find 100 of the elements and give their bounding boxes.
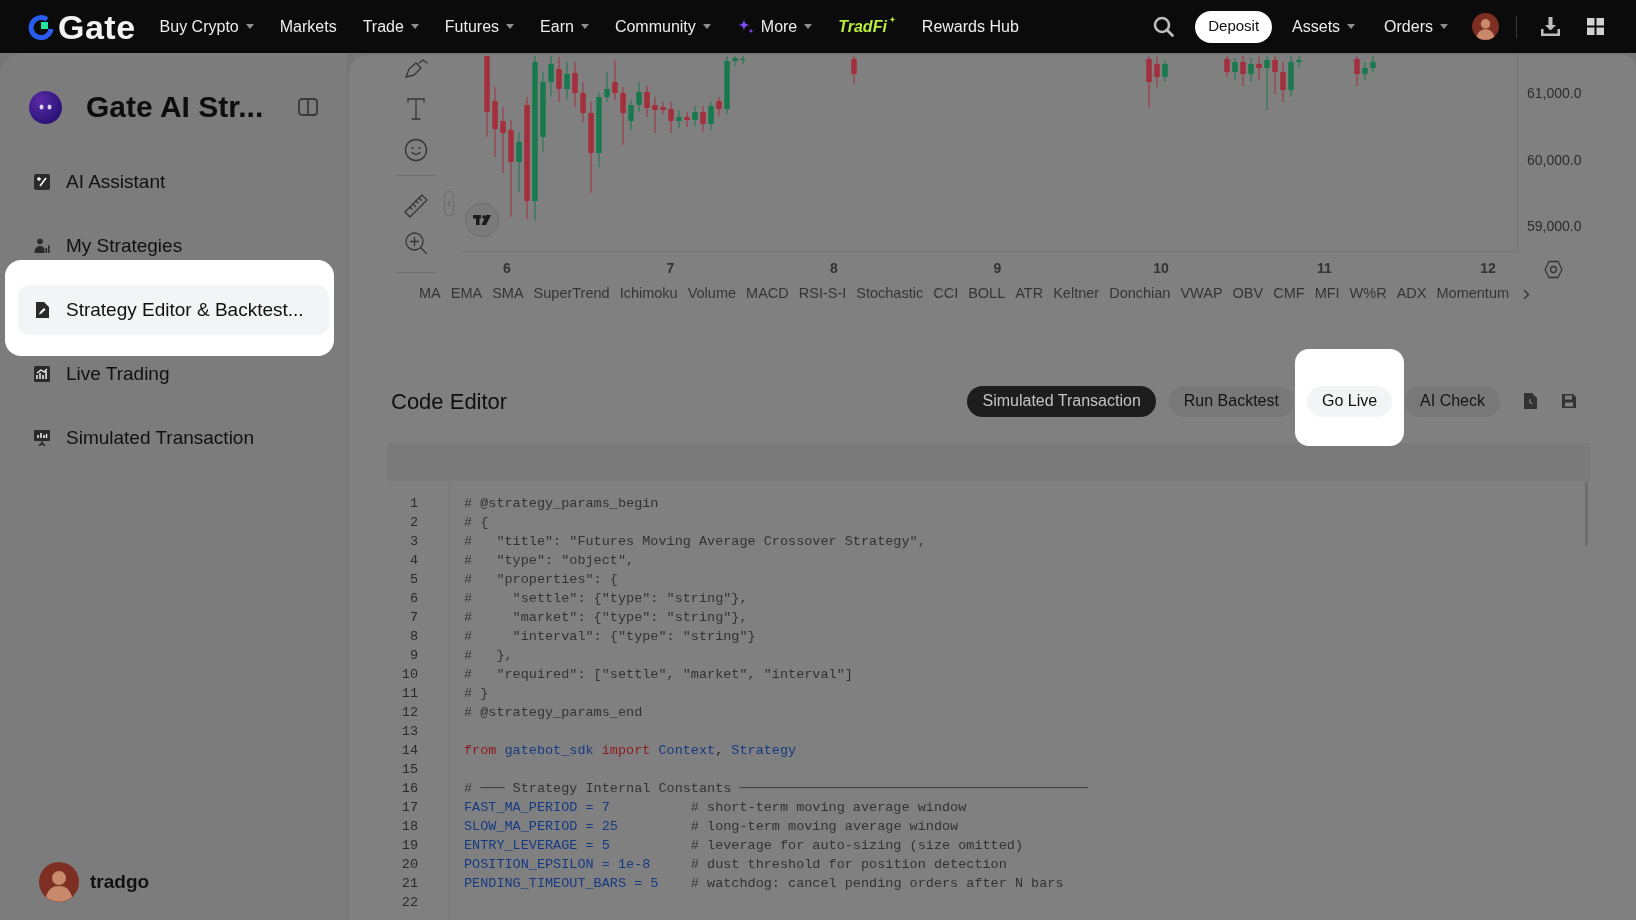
caret-icon xyxy=(410,24,419,29)
candlestick xyxy=(492,86,498,158)
brush-icon[interactable] xyxy=(404,59,428,79)
code-line: # @strategy_params_begin xyxy=(464,495,659,513)
action-button[interactable]: AI Check xyxy=(1405,385,1500,417)
candlestick xyxy=(1272,55,1278,95)
nav-menu[interactable]: Futures xyxy=(444,14,515,39)
sidebar-item[interactable]: My Strategies xyxy=(18,234,329,258)
indicator-tab[interactable]: ADX xyxy=(1396,283,1427,305)
code-line: # } xyxy=(464,685,489,703)
zoom-in-icon[interactable] xyxy=(404,231,428,255)
candlestick xyxy=(1154,56,1160,88)
indicator-tab[interactable]: BOLL xyxy=(968,283,1006,305)
indicator-tab[interactable]: VWAP xyxy=(1180,283,1223,305)
candlestick xyxy=(660,101,666,115)
search-icon[interactable] xyxy=(1153,16,1175,37)
candlestick xyxy=(1256,56,1262,81)
sidebar-item[interactable]: AI Assistant xyxy=(18,170,329,194)
indicator-tab[interactable]: Keltner xyxy=(1053,283,1100,305)
code-line: # ─── Strategy Internal Constants ─────────────────────────────────────────── xyxy=(464,780,1088,798)
caret-icon xyxy=(245,24,254,29)
indicator-tab[interactable]: EMA xyxy=(450,283,483,305)
user-avatar xyxy=(39,862,79,902)
nav-menu[interactable]: Earn xyxy=(540,14,589,39)
indicator-tab[interactable]: Volume xyxy=(687,283,737,305)
nav-menu[interactable]: Assets xyxy=(1292,14,1356,39)
sidebar-item[interactable]: Strategy Editor & Backtest... xyxy=(18,285,329,335)
action-button[interactable]: Simulated Transaction xyxy=(967,385,1156,417)
nav-menu[interactable]: Trade xyxy=(362,14,419,39)
line-number: 20 xyxy=(401,856,418,874)
candlestick xyxy=(851,55,857,85)
sidebar-item[interactable]: Simulated Transaction xyxy=(18,426,329,450)
code-line: # { xyxy=(464,514,489,532)
chevron-right-icon[interactable] xyxy=(1523,288,1531,300)
logo-text[interactable]: Gate xyxy=(58,9,136,44)
nav-menu[interactable]: More xyxy=(736,14,813,39)
chart-square-icon xyxy=(34,366,50,382)
code-line: # "properties": { xyxy=(464,571,618,589)
candlestick xyxy=(716,96,722,117)
indicator-tab[interactable]: SuperTrend xyxy=(533,283,610,305)
indicator-tab[interactable]: OBV xyxy=(1232,283,1264,305)
caret-icon xyxy=(804,24,813,29)
nav-menu[interactable]: Buy Crypto xyxy=(159,14,254,39)
candlestick xyxy=(1248,57,1254,83)
indicator-tab[interactable]: SMA xyxy=(492,283,524,305)
candlestick xyxy=(652,96,658,134)
nav-link[interactable]: Markets xyxy=(279,14,337,39)
nav-link[interactable]: Rewards Hub xyxy=(921,14,1019,39)
smiley-icon[interactable] xyxy=(404,138,428,162)
line-number: 2 xyxy=(409,514,418,532)
candlestick xyxy=(1264,55,1270,111)
indicator-tab[interactable]: ATR xyxy=(1015,283,1044,305)
caret-icon xyxy=(580,24,589,29)
line-number: 8 xyxy=(409,628,418,646)
nav-menu[interactable]: Community xyxy=(614,14,711,39)
text-tool-icon[interactable] xyxy=(406,98,426,120)
collapse-handle[interactable] xyxy=(443,191,454,216)
line-number: 9 xyxy=(409,647,418,665)
candlestick xyxy=(572,61,578,108)
code-line: # @strategy_params_end xyxy=(464,704,643,722)
candlestick xyxy=(1146,55,1152,109)
action-button[interactable]: Run Backtest xyxy=(1168,385,1294,417)
ruler-icon[interactable] xyxy=(403,193,429,219)
panel-toggle-icon[interactable] xyxy=(298,98,318,116)
price-label: 61,000.0 xyxy=(1527,84,1582,102)
indicator-tab[interactable]: MACD xyxy=(746,283,789,305)
indicator-tab[interactable]: MFI xyxy=(1314,283,1340,305)
sparkle-icon xyxy=(888,15,896,23)
candlestick xyxy=(1232,57,1238,81)
date-label: 9 xyxy=(993,259,1002,277)
chart-logo-icon[interactable] xyxy=(465,203,499,237)
sparkle-square-icon xyxy=(34,174,50,190)
code-line: # "title": "Futures Moving Average Crossover Strategy", xyxy=(464,533,926,551)
indicator-tab[interactable]: Momentum xyxy=(1436,283,1510,305)
indicator-tab[interactable]: Ichimoku xyxy=(619,283,678,305)
document-pen-icon xyxy=(34,302,50,318)
candlestick xyxy=(676,109,682,129)
indicator-tab[interactable]: RSI-S-I xyxy=(798,283,847,305)
candlestick xyxy=(644,85,650,118)
code-line: SLOW_MA_PERIOD = 25 # long-term moving average window xyxy=(464,818,959,836)
date-label: 8 xyxy=(830,259,838,277)
indicator-tab[interactable]: Stochastic xyxy=(856,283,924,305)
indicator-tab[interactable]: CMF xyxy=(1273,283,1305,305)
price-label: 60,000.0 xyxy=(1527,150,1582,169)
candlestick xyxy=(1224,55,1230,78)
line-number: 18 xyxy=(401,818,418,836)
sidebar-item[interactable]: Live Trading xyxy=(18,362,329,386)
indicator-tab[interactable]: W%R xyxy=(1349,283,1387,305)
indicator-tab[interactable]: Donchian xyxy=(1109,283,1171,305)
indicator-tab[interactable]: MA xyxy=(419,283,441,305)
deposit-button[interactable]: Deposit xyxy=(1195,10,1273,43)
indicator-tab[interactable]: CCI xyxy=(933,283,959,305)
nav-link[interactable]: TradFi xyxy=(838,14,896,39)
settings-icon[interactable] xyxy=(1544,259,1563,279)
document-icon[interactable] xyxy=(1523,393,1537,409)
code-line: from gatebot_sdk import Context, Strategy xyxy=(464,742,797,760)
grid-icon[interactable] xyxy=(1587,18,1604,35)
nav-menu[interactable]: Orders xyxy=(1384,14,1448,39)
save-icon[interactable] xyxy=(1561,393,1577,409)
download-icon[interactable] xyxy=(1540,16,1561,37)
